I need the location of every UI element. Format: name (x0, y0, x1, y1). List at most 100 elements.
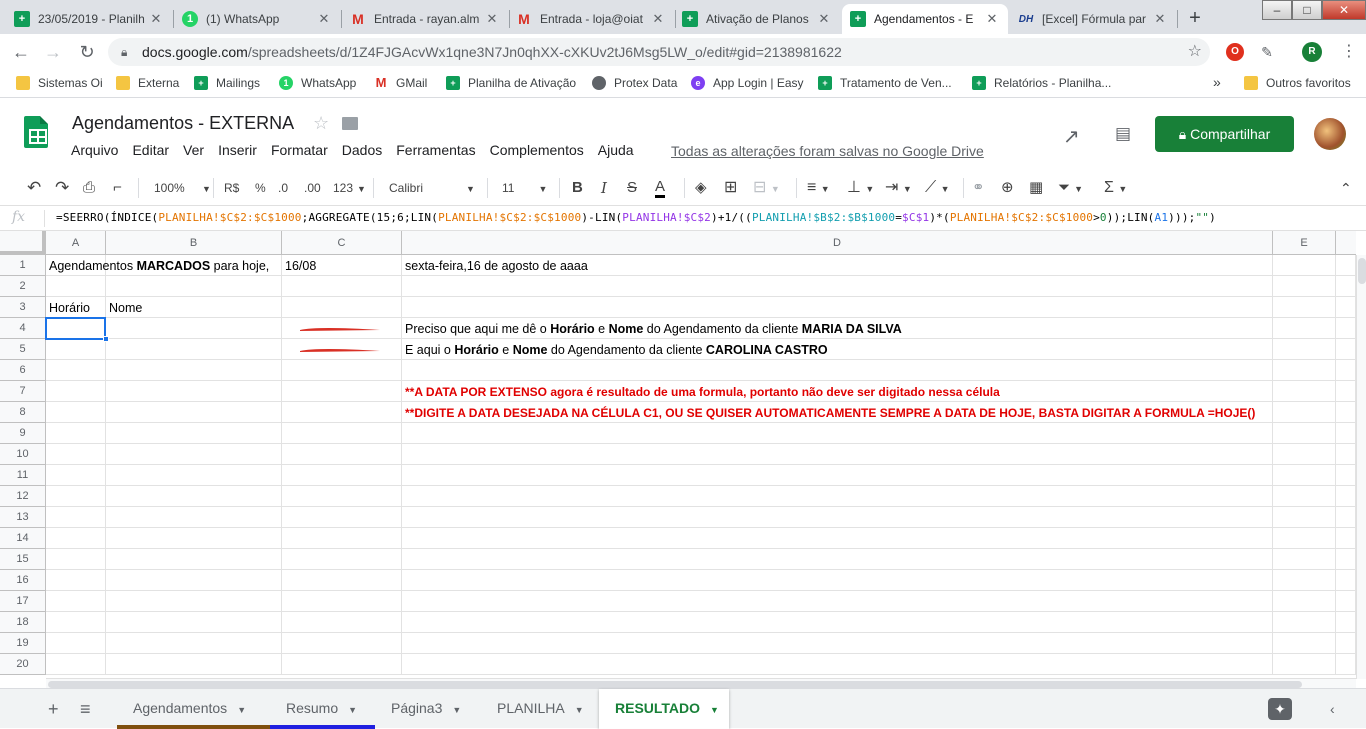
cell[interactable] (106, 276, 282, 297)
cell[interactable] (1273, 444, 1336, 465)
cell[interactable] (46, 339, 106, 360)
browser-tab[interactable]: + Agendamentos - E ✕ (842, 4, 1008, 34)
horizontal-scrollbar[interactable] (46, 678, 1356, 688)
cell[interactable] (282, 570, 402, 591)
column-header[interactable]: A (46, 231, 106, 255)
cell[interactable] (282, 528, 402, 549)
cell[interactable] (106, 339, 282, 360)
cell[interactable] (282, 402, 402, 423)
address-bar[interactable]: 🔒︎ docs.google.com/spreadsheets/d/1Z4FJG… (108, 38, 1210, 66)
bookmark-item[interactable]: Externa (116, 76, 179, 90)
bookmark-item[interactable]: + Planilha de Ativação (446, 76, 576, 90)
caret-down-icon[interactable]: ▼ (575, 705, 584, 715)
cell[interactable] (282, 297, 402, 318)
close-tab-icon[interactable]: ✕ (316, 11, 332, 27)
insert-link-icon[interactable]: ⚭ (972, 178, 985, 198)
row-header[interactable]: 20 (0, 654, 46, 675)
browser-tab[interactable]: +23/05/2019 - Planilh ✕ (6, 4, 172, 34)
cell[interactable] (402, 360, 1273, 381)
cell[interactable] (1273, 276, 1336, 297)
font-family-select[interactable]: Calibri ▼ (389, 178, 475, 199)
insert-comment-icon[interactable]: ⊕ (1001, 178, 1014, 198)
cell[interactable] (46, 360, 106, 381)
close-tab-icon[interactable]: ✕ (148, 11, 164, 27)
bookmark-item[interactable]: + Relatórios - Planilha... (972, 76, 1111, 90)
cell[interactable] (46, 612, 106, 633)
cell[interactable] (1336, 612, 1356, 633)
cell[interactable] (1336, 318, 1356, 339)
strikethrough-icon[interactable]: S (627, 178, 637, 198)
cell[interactable] (1273, 528, 1336, 549)
functions-icon[interactable]: Σ ▼ (1104, 178, 1127, 199)
cell[interactable] (1336, 276, 1356, 297)
cell[interactable] (1273, 633, 1336, 654)
cell[interactable] (402, 465, 1273, 486)
cell[interactable] (402, 549, 1273, 570)
share-button[interactable]: 🔒︎ Compartilhar (1155, 116, 1294, 152)
caret-down-icon[interactable]: ▼ (452, 705, 461, 715)
close-tab-icon[interactable]: ✕ (984, 11, 1000, 27)
row-header[interactable]: 16 (0, 570, 46, 591)
minimize-button[interactable]: – (1262, 0, 1292, 20)
borders-icon[interactable]: ⊞ (724, 178, 737, 198)
text-wrap-icon[interactable]: ⇥ ▼ (885, 178, 912, 199)
selected-cell-a4[interactable] (45, 317, 106, 340)
row-header[interactable]: 6 (0, 360, 46, 381)
cell[interactable] (282, 612, 402, 633)
cell[interactable] (1336, 339, 1356, 360)
column-header[interactable]: B (106, 231, 282, 255)
cell[interactable] (402, 276, 1273, 297)
formula-input[interactable]: =SEERRO(ÍNDICE(PLANILHA!$C$2:$C$1000;AGG… (56, 211, 1216, 224)
cell[interactable] (402, 528, 1273, 549)
text-color-icon[interactable]: A (655, 178, 666, 198)
browser-tab[interactable]: M Entrada - rayan.alm ✕ (342, 4, 508, 34)
cell[interactable] (1273, 381, 1336, 402)
cell[interactable] (106, 486, 282, 507)
row-header[interactable]: 9 (0, 423, 46, 444)
cell[interactable] (282, 654, 402, 675)
column-header[interactable]: C (282, 231, 402, 255)
cell[interactable] (46, 507, 106, 528)
cell[interactable] (1273, 339, 1336, 360)
cell[interactable] (1336, 654, 1356, 675)
cell[interactable] (46, 654, 106, 675)
cell[interactable] (1336, 633, 1356, 654)
cell[interactable] (1336, 591, 1356, 612)
italic-icon[interactable]: I (601, 178, 607, 198)
cell[interactable] (1273, 570, 1336, 591)
cell[interactable] (1336, 549, 1356, 570)
row-header[interactable]: 2 (0, 276, 46, 297)
profile-avatar[interactable]: R (1302, 42, 1322, 62)
select-all-corner[interactable] (0, 231, 46, 255)
other-bookmarks[interactable]: Outros favoritos (1244, 76, 1351, 90)
cell[interactable] (402, 297, 1273, 318)
cell[interactable] (46, 276, 106, 297)
cell[interactable] (282, 591, 402, 612)
row-header[interactable]: 19 (0, 633, 46, 654)
increase-decimal-button[interactable]: .00 (304, 178, 321, 198)
cell[interactable] (402, 423, 1273, 444)
menu-item[interactable]: Inserir (211, 142, 264, 158)
cell[interactable] (1273, 360, 1336, 381)
cell[interactable] (46, 444, 106, 465)
sheets-logo-icon[interactable] (24, 116, 48, 148)
bookmark-item[interactable]: 1 WhatsApp (279, 76, 356, 90)
cell[interactable] (46, 633, 106, 654)
cell[interactable] (282, 381, 402, 402)
cell[interactable] (282, 549, 402, 570)
row-header[interactable]: 5 (0, 339, 46, 360)
bookmark-star-icon[interactable]: ☆ (1188, 38, 1202, 66)
row-header[interactable]: 4 (0, 318, 46, 339)
cell[interactable] (402, 612, 1273, 633)
cell[interactable] (402, 507, 1273, 528)
bookmark-item[interactable]: + Mailings (194, 76, 260, 90)
cell[interactable] (1273, 255, 1336, 276)
row-header[interactable]: 18 (0, 612, 46, 633)
column-header[interactable]: D (402, 231, 1273, 255)
cell[interactable] (1273, 507, 1336, 528)
cell[interactable] (1336, 360, 1356, 381)
cell[interactable] (1273, 486, 1336, 507)
bookmarks-overflow-button[interactable]: » (1213, 74, 1221, 90)
cell[interactable] (282, 633, 402, 654)
cell[interactable] (1273, 654, 1336, 675)
